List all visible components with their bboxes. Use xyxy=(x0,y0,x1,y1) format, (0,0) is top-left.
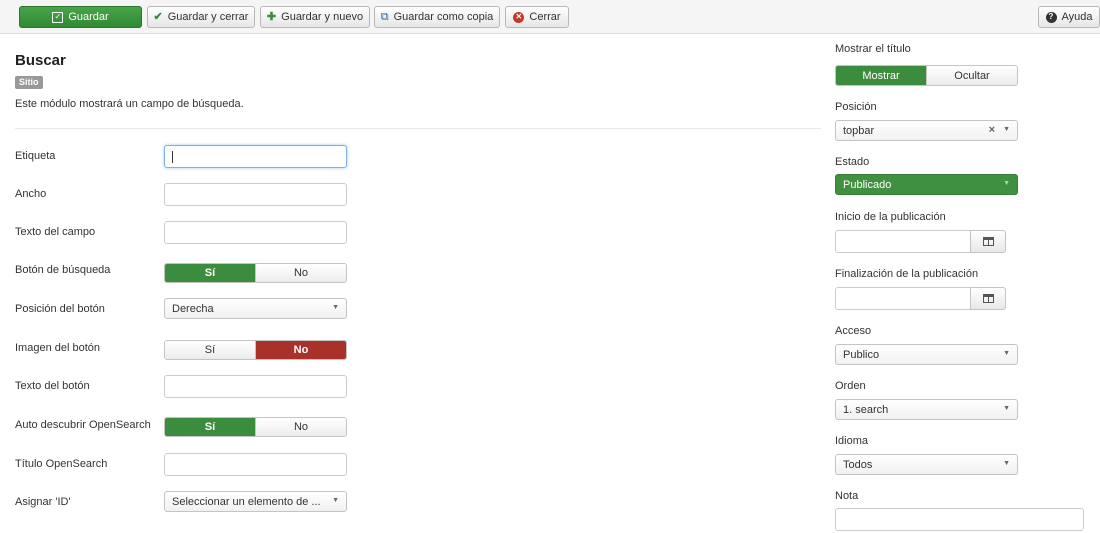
access-label: Acceso xyxy=(835,325,872,337)
opensearch-auto-yes[interactable]: Sí xyxy=(165,418,255,436)
save-as-copy-button[interactable]: ⧉ Guardar como copia xyxy=(374,6,500,28)
width-field-label: Ancho xyxy=(15,188,47,200)
language-label: Idioma xyxy=(835,435,869,447)
clear-icon[interactable]: × xyxy=(989,124,995,136)
button-image-label: Imagen del botón xyxy=(15,342,101,354)
status-select[interactable]: Publicado ▼ xyxy=(835,174,1018,195)
note-label: Nota xyxy=(835,490,859,502)
plus-icon: ✚ xyxy=(266,10,277,23)
chevron-down-icon: ▼ xyxy=(1003,460,1010,467)
save-and-new-button[interactable]: ✚ Guardar y nuevo xyxy=(260,6,370,28)
show-title-toggle: Mostrar Ocultar xyxy=(835,65,1018,86)
publish-down-calendar-button[interactable] xyxy=(970,287,1006,310)
chevron-down-icon: ▼ xyxy=(1003,180,1010,187)
opensearch-auto-label: Auto descubrir OpenSearch xyxy=(15,419,151,431)
access-select[interactable]: Publico ▼ xyxy=(835,344,1018,365)
close-icon: ✕ xyxy=(513,11,525,23)
opensearch-title-input[interactable] xyxy=(164,453,347,476)
checkmark-icon: ✔ xyxy=(153,10,163,23)
opensearch-auto-no[interactable]: No xyxy=(255,418,346,436)
field-text-input[interactable] xyxy=(164,221,347,244)
search-button-yes[interactable]: Sí xyxy=(165,264,255,282)
assign-id-select[interactable]: Seleccionar un elemento de ... ▼ xyxy=(164,491,347,512)
button-text-label: Texto del botón xyxy=(15,380,90,392)
chevron-down-icon: ▼ xyxy=(1003,126,1010,133)
button-text-input[interactable] xyxy=(164,375,347,398)
search-button-no[interactable]: No xyxy=(255,264,346,282)
module-description: Este módulo mostrará un campo de búsqued… xyxy=(15,98,244,110)
ordering-label: Orden xyxy=(835,380,866,392)
publish-up-calendar-button[interactable] xyxy=(970,230,1006,253)
note-input[interactable] xyxy=(835,508,1084,531)
search-button-label: Botón de búsqueda xyxy=(15,264,111,276)
save-icon: ✓ xyxy=(52,11,64,23)
button-image-no[interactable]: No xyxy=(255,341,346,359)
opensearch-auto-toggle: Sí No xyxy=(164,417,347,437)
publish-up-input[interactable] xyxy=(835,230,971,253)
show-title-label: Mostrar el título xyxy=(835,43,911,55)
toolbar: ✓ Guardar ✔ Guardar y cerrar ✚ Guardar y… xyxy=(0,0,1100,34)
opensearch-title-label: Título OpenSearch xyxy=(15,458,108,470)
show-title-hide[interactable]: Ocultar xyxy=(926,66,1017,85)
help-button[interactable]: ? Ayuda xyxy=(1038,6,1100,28)
ordering-select[interactable]: 1. search ▼ xyxy=(835,399,1018,420)
close-button[interactable]: ✕ Cerrar xyxy=(505,6,569,28)
field-text-label: Texto del campo xyxy=(15,226,96,238)
save-button[interactable]: ✓ Guardar xyxy=(19,6,142,28)
copy-icon: ⧉ xyxy=(380,10,389,23)
chevron-down-icon: ▼ xyxy=(332,304,339,311)
status-label: Estado xyxy=(835,156,870,168)
chevron-down-icon: ▼ xyxy=(1003,405,1010,412)
publish-down-input[interactable] xyxy=(835,287,971,310)
search-button-toggle: Sí No xyxy=(164,263,347,283)
help-icon: ? xyxy=(1045,11,1057,23)
chevron-down-icon: ▼ xyxy=(332,497,339,504)
language-select[interactable]: Todos ▼ xyxy=(835,454,1018,475)
module-title: Buscar xyxy=(15,52,66,69)
show-title-show[interactable]: Mostrar xyxy=(836,66,926,85)
button-position-label: Posición del botón xyxy=(15,303,105,315)
assign-id-label: Asignar 'ID' xyxy=(15,496,71,508)
publish-down-label: Finalización de la publicación xyxy=(835,268,979,280)
label-input[interactable] xyxy=(164,145,347,168)
client-badge: Sitio xyxy=(15,76,43,89)
button-image-yes[interactable]: Sí xyxy=(165,341,255,359)
calendar-icon xyxy=(982,237,994,246)
divider xyxy=(15,128,821,129)
button-position-select[interactable]: Derecha ▼ xyxy=(164,298,347,319)
position-select[interactable]: topbar × ▼ xyxy=(835,120,1018,141)
chevron-down-icon: ▼ xyxy=(1003,350,1010,357)
publish-up-label: Inicio de la publicación xyxy=(835,211,946,223)
width-input[interactable] xyxy=(164,183,347,206)
calendar-icon xyxy=(982,294,994,303)
text-cursor xyxy=(172,151,173,163)
label-field-label: Etiqueta xyxy=(15,150,56,162)
button-image-toggle: Sí No xyxy=(164,340,347,360)
save-and-close-button[interactable]: ✔ Guardar y cerrar xyxy=(147,6,255,28)
position-label: Posición xyxy=(835,101,877,113)
